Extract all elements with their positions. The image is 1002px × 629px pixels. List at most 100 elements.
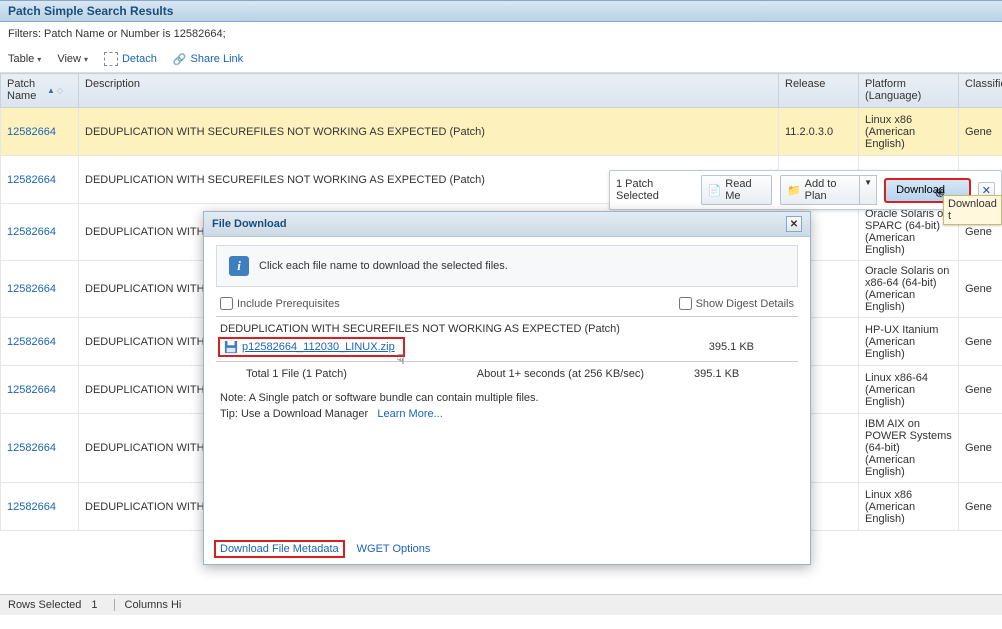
- cell-patch-name: 12582664: [1, 414, 79, 483]
- cell-patch-name: 12582664: [1, 318, 79, 366]
- panel-title: Patch Simple Search Results: [8, 4, 173, 18]
- detach-link[interactable]: Detach: [104, 52, 157, 66]
- download-tooltip-text: Download t: [948, 198, 997, 222]
- cell-description: DEDUPLICATION WITH SECUREFILES NOT WORKI…: [79, 108, 779, 156]
- patch-link[interactable]: 12582664: [7, 336, 56, 348]
- info-text: Click each file name to download the sel…: [259, 260, 508, 272]
- wget-options-link[interactable]: WGET Options: [357, 543, 431, 555]
- total-files-label: Total 1 File (1 Patch): [220, 368, 400, 380]
- table-menu[interactable]: Table▾: [8, 53, 41, 65]
- cell-classification: Gene: [959, 318, 1002, 366]
- patch-link[interactable]: 12582664: [7, 174, 56, 186]
- view-menu-label: View: [57, 53, 81, 65]
- th-release[interactable]: Release: [779, 74, 859, 108]
- link-icon: 🔗: [173, 53, 187, 66]
- download-tooltip: Download t: [943, 195, 1002, 225]
- share-link[interactable]: 🔗 Share Link: [173, 53, 243, 66]
- total-size: 395.1 KB: [694, 368, 794, 380]
- learn-more-link[interactable]: Learn More...: [377, 408, 442, 420]
- readme-button[interactable]: 📄 Read Me: [701, 175, 772, 205]
- th-platform[interactable]: Platform (Language): [859, 74, 959, 108]
- add-to-plan-dropdown[interactable]: ▼: [860, 175, 877, 205]
- file-link-highlight: p12582664_112030_LINUX.zip: [220, 339, 403, 355]
- show-digest-checkbox[interactable]: Show Digest Details: [679, 297, 794, 310]
- cell-classification: Gene: [959, 261, 1002, 318]
- th-platform-label: Platform (Language): [865, 78, 921, 102]
- patch-link[interactable]: 12582664: [7, 501, 56, 513]
- cell-patch-name: 12582664: [1, 483, 79, 531]
- include-prerequisites-input[interactable]: [220, 297, 233, 310]
- file-name: p12582664_112030_LINUX.zip: [242, 341, 395, 353]
- add-to-plan-label: Add to Plan: [805, 178, 853, 202]
- share-link-label: Share Link: [191, 53, 244, 65]
- sort-asc-icon: ▲: [47, 86, 55, 95]
- qbe-icon[interactable]: ◇: [57, 86, 63, 95]
- table-menu-label: Table: [8, 53, 34, 65]
- table-toolbar: Table▾ View▾ Detach 🔗 Share Link: [0, 46, 1002, 73]
- file-size: 395.1 KB: [709, 341, 794, 353]
- cell-platform: Linux x86 (American English): [859, 483, 959, 531]
- cell-classification: Gene: [959, 414, 1002, 483]
- cell-classification: Gene: [959, 483, 1002, 531]
- folder-icon: 📁: [787, 184, 801, 197]
- cell-platform: Oracle Solaris on x86-64 (64-bit) (Ameri…: [859, 261, 959, 318]
- dialog-body: i Click each file name to download the s…: [204, 237, 810, 434]
- note-text: Note: A Single patch or software bundle …: [216, 386, 798, 406]
- readme-label: Read Me: [725, 178, 765, 202]
- chevron-down-icon: ▾: [84, 55, 88, 64]
- th-patch-name[interactable]: Patch Name ▲ ◇: [1, 74, 79, 108]
- patch-link[interactable]: 12582664: [7, 442, 56, 454]
- patch-link[interactable]: 12582664: [7, 126, 56, 138]
- file-row: p12582664_112030_LINUX.zip 395.1 KB: [216, 337, 798, 361]
- patch-link[interactable]: 12582664: [7, 283, 56, 295]
- cell-platform: Linux x86-64 (American English): [859, 366, 959, 414]
- info-icon: i: [229, 256, 249, 276]
- patch-link[interactable]: 12582664: [7, 384, 56, 396]
- info-box: i Click each file name to download the s…: [216, 245, 798, 287]
- cell-platform: IBM AIX on POWER Systems (64-bit) (Ameri…: [859, 414, 959, 483]
- include-prerequisites-label: Include Prerequisites: [237, 298, 340, 310]
- cell-patch-name: 12582664: [1, 366, 79, 414]
- time-estimate: About 1+ seconds (at 256 KB/sec): [440, 368, 654, 380]
- download-file-metadata-link[interactable]: Download File Metadata: [216, 542, 343, 556]
- add-to-plan-button[interactable]: 📁 Add to Plan: [780, 175, 860, 205]
- show-digest-input[interactable]: [679, 297, 692, 310]
- cell-patch-name: 12582664: [1, 261, 79, 318]
- file-download-dialog: File Download ✕ i Click each file name t…: [203, 211, 811, 565]
- detach-label: Detach: [122, 53, 157, 65]
- cell-patch-name: 12582664: [1, 108, 79, 156]
- status-bar: Rows Selected 1 Columns Hi: [0, 594, 1002, 615]
- filters-summary: Filters: Patch Name or Number is 1258266…: [0, 22, 1002, 46]
- totals-row: Total 1 File (1 Patch) About 1+ seconds …: [216, 362, 798, 386]
- th-release-label: Release: [785, 78, 825, 90]
- cell-patch-name: 12582664: [1, 156, 79, 204]
- filters-text: Filters: Patch Name or Number is 1258266…: [8, 28, 226, 40]
- cell-classification: Gene: [959, 108, 1002, 156]
- rows-selected-value: 1: [91, 599, 97, 611]
- th-classification[interactable]: Classification: [959, 74, 1002, 108]
- rows-selected-label: Rows Selected: [8, 599, 81, 611]
- file-section-title: DEDUPLICATION WITH SECUREFILES NOT WORKI…: [216, 317, 798, 337]
- columns-hidden-label: Columns Hi: [114, 599, 182, 611]
- panel-header: Patch Simple Search Results: [0, 0, 1002, 22]
- tip-row: Tip: Use a Download Manager Learn More..…: [216, 406, 798, 430]
- view-menu[interactable]: View▾: [57, 53, 88, 65]
- dialog-close-button[interactable]: ✕: [786, 216, 802, 232]
- disk-icon: [224, 340, 238, 354]
- cell-platform: HP-UX Itanium (American English): [859, 318, 959, 366]
- cell-release: 11.2.0.3.0: [779, 108, 859, 156]
- th-description[interactable]: Description: [79, 74, 779, 108]
- document-icon: 📄: [708, 184, 722, 197]
- dialog-title: File Download: [212, 218, 287, 230]
- file-download-link[interactable]: p12582664_112030_LINUX.zip: [242, 341, 395, 353]
- cell-classification: Gene: [959, 366, 1002, 414]
- chevron-down-icon: ▾: [37, 55, 41, 64]
- dialog-header[interactable]: File Download ✕: [204, 212, 810, 237]
- cell-patch-name: 12582664: [1, 204, 79, 261]
- detach-icon: [104, 52, 118, 66]
- table-row[interactable]: 12582664 DEDUPLICATION WITH SECUREFILES N…: [1, 108, 1002, 156]
- include-prerequisites-checkbox[interactable]: Include Prerequisites: [220, 297, 340, 310]
- th-patch-name-label: Patch Name: [7, 78, 45, 102]
- file-section: DEDUPLICATION WITH SECUREFILES NOT WORKI…: [216, 316, 798, 362]
- patch-link[interactable]: 12582664: [7, 226, 56, 238]
